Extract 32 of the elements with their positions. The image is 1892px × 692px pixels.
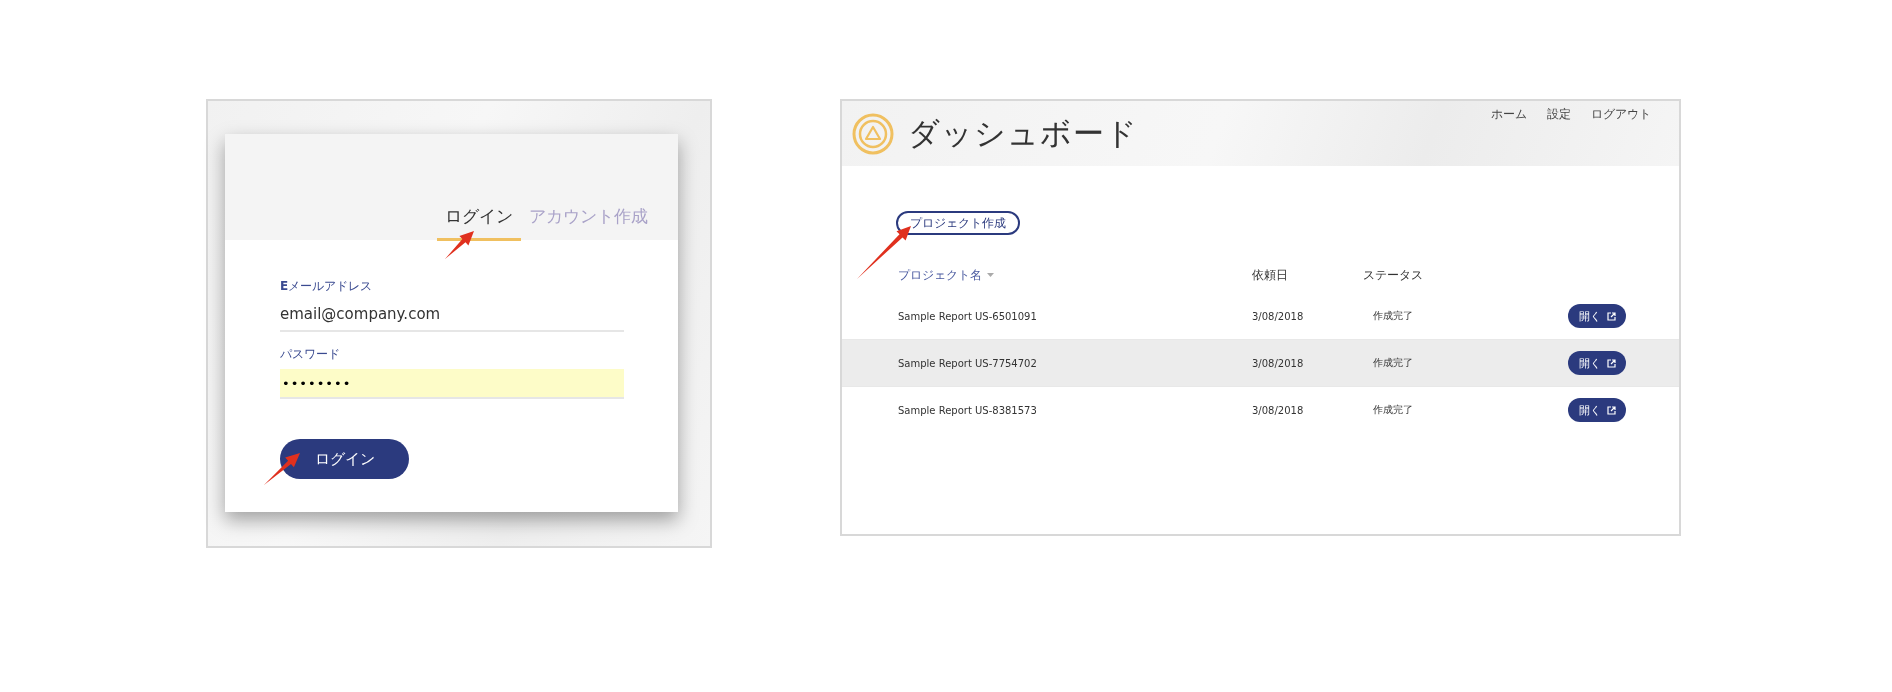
login-button[interactable]: ログイン (280, 439, 409, 479)
page-title: ダッシュボード (908, 113, 1138, 153)
date-cell: 3/08/2018 (1252, 310, 1304, 322)
email-label: Eメールアドレス (280, 278, 374, 295)
annotation-arrow (445, 231, 474, 259)
open-button[interactable]: 開く (1568, 398, 1626, 422)
project-name-cell: Sample Report US-7754702 (898, 357, 1037, 369)
email-field[interactable]: email@company.com (280, 301, 624, 332)
column-header[interactable]: プロジェクト名 (898, 266, 982, 284)
annotation-arrow (264, 453, 300, 485)
project-name-cell: Sample Report US-6501091 (898, 310, 1037, 322)
date-cell: 3/08/2018 (1252, 357, 1304, 369)
nav-link[interactable]: ホーム (1491, 106, 1527, 123)
project-name-cell: Sample Report US-8381573 (898, 404, 1037, 416)
column-header: 依頼日 (1252, 266, 1288, 284)
status-cell: 作成完了 (1373, 403, 1413, 417)
annotation-arrow (857, 226, 911, 279)
open-button[interactable]: 開く (1568, 304, 1626, 328)
nav-link[interactable]: ログアウト (1591, 106, 1651, 123)
external-link-icon (1606, 358, 1616, 368)
logo-icon (852, 112, 894, 155)
password-label: パスワード (280, 346, 341, 363)
password-field[interactable]: •••••••• (280, 369, 624, 399)
external-link-icon (1606, 311, 1616, 321)
date-cell: 3/08/2018 (1252, 404, 1304, 416)
status-cell: 作成完了 (1373, 356, 1413, 370)
open-button[interactable]: 開く (1568, 351, 1626, 375)
status-cell: 作成完了 (1373, 309, 1413, 323)
nav-link[interactable]: 設定 (1547, 106, 1571, 123)
column-header: ステータス (1363, 266, 1423, 284)
external-link-icon (1606, 405, 1616, 415)
create-project-button[interactable]: プロジェクト作成 (896, 211, 1020, 235)
